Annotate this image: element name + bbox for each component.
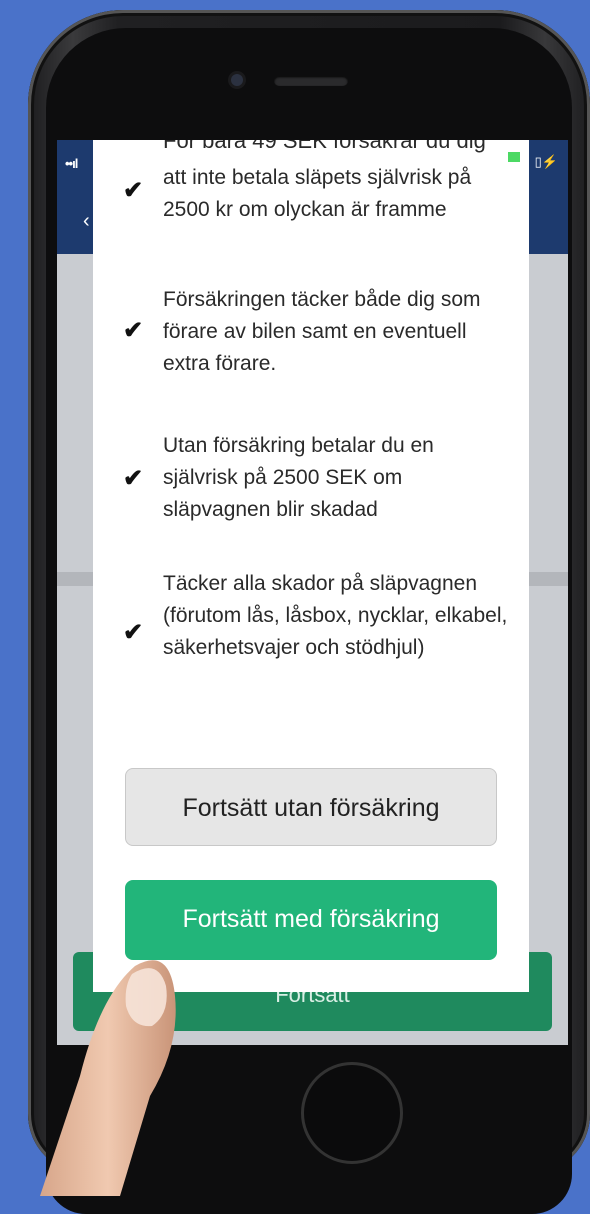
benefit-text: Utan försäkring betalar du en självrisk … xyxy=(163,434,434,521)
continue-without-insurance-button[interactable]: Fortsätt utan försäkring xyxy=(125,768,497,846)
checkmark-icon: ✔ xyxy=(123,465,144,492)
checkmark-icon: ✔ xyxy=(123,317,144,344)
benefit-text: Försäkringen täcker både dig som förare … xyxy=(163,288,481,375)
benefit-text: att inte betala släpets självrisk på 250… xyxy=(163,166,472,221)
checkmark-icon: ✔ xyxy=(123,619,144,646)
phone-screen: ••ıl ▯⚡ ‹ Fortsatt För bara 49 SEK försä… xyxy=(57,140,568,1045)
front-camera xyxy=(231,74,243,86)
intro-text-cut: För bara 49 SEK försäkrar du dig xyxy=(163,140,486,153)
insurance-modal: För bara 49 SEK försäkrar du dig ✔ att i… xyxy=(93,140,529,992)
earpiece-speaker xyxy=(274,76,348,86)
status-indicator xyxy=(508,152,520,162)
benefit-text: Täcker alla skador på släpvagnen (föruto… xyxy=(163,572,508,659)
back-arrow-icon[interactable]: ‹ xyxy=(83,210,90,233)
continue-with-insurance-button[interactable]: Fortsätt med försäkring xyxy=(125,880,497,960)
home-button[interactable] xyxy=(301,1062,403,1164)
battery-charging-icon: ▯⚡ xyxy=(534,154,558,169)
signal-icon: ••ıl xyxy=(65,156,78,171)
checkmark-icon: ✔ xyxy=(123,177,144,204)
pointing-finger xyxy=(40,960,176,1196)
